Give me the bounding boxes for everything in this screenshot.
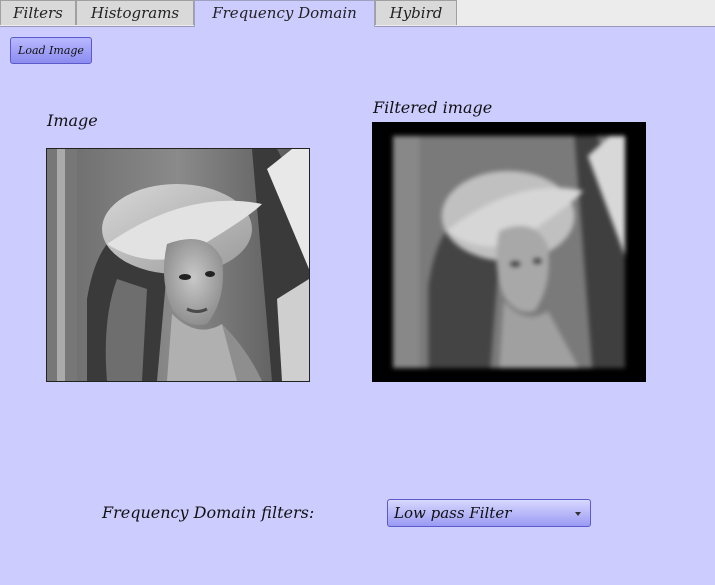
chevron-down-icon (575, 512, 581, 516)
tab-bar: Filters Histograms Frequency Domain Hybi… (0, 0, 715, 27)
original-image (46, 148, 310, 382)
tab-histograms[interactable]: Histograms (76, 0, 194, 25)
tab-frequency-domain[interactable]: Frequency Domain (194, 0, 375, 27)
tab-hybird[interactable]: Hybird (375, 0, 457, 25)
filtered-image (372, 122, 646, 382)
frequency-filters-label: Frequency Domain filters: (102, 503, 315, 522)
load-image-button[interactable]: Load Image (10, 37, 92, 64)
filtered-image-label: Filtered image (373, 98, 493, 117)
filter-select[interactable]: Low pass Filter (387, 499, 591, 527)
tab-filters[interactable]: Filters (0, 0, 76, 25)
image-label: Image (47, 111, 98, 130)
filter-select-value: Low pass Filter (394, 504, 512, 522)
